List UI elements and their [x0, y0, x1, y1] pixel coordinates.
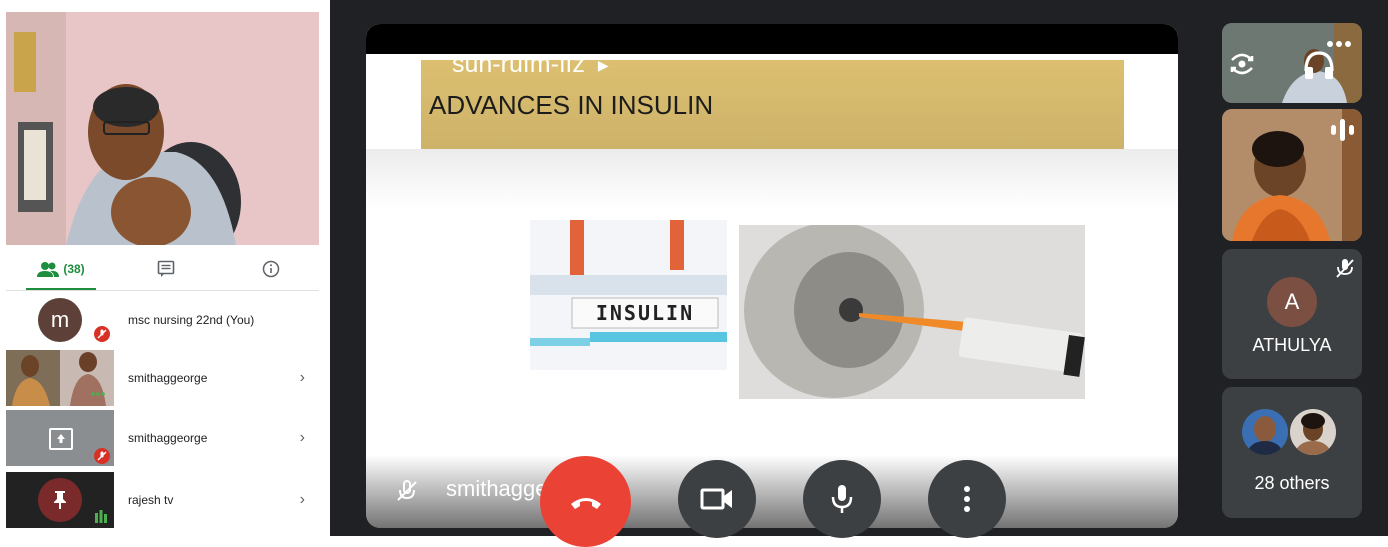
- avatar: m: [38, 298, 82, 342]
- presenter-video: [6, 12, 319, 245]
- mic-button[interactable]: [803, 460, 881, 538]
- participant-row[interactable]: rajesh tv ›: [6, 472, 319, 528]
- back-arrow-icon[interactable]: [370, 50, 400, 85]
- panel-tabbar: (38): [6, 250, 319, 291]
- tab-people[interactable]: (38): [26, 250, 96, 290]
- chevron-right-icon[interactable]: ›: [300, 350, 305, 406]
- chat-icon: [157, 260, 175, 277]
- insulin-dice-image: INSULIN: [530, 220, 727, 370]
- mic-off-icon: [1334, 257, 1356, 284]
- others-tile[interactable]: 28 others: [1222, 387, 1362, 518]
- participant-row: m msc nursing 22nd (You): [6, 292, 319, 348]
- participant-row[interactable]: smithaggeorge ›: [6, 350, 319, 406]
- participant-name: ATHULYA: [1252, 335, 1332, 355]
- participant-name: smithaggeorge: [128, 371, 208, 385]
- tab-chat[interactable]: [136, 250, 196, 288]
- camera-button[interactable]: [678, 460, 756, 538]
- pin-icon: [38, 478, 82, 522]
- participant-row[interactable]: smithaggeorge ›: [6, 410, 319, 466]
- more-horiz-icon[interactable]: [1326, 35, 1352, 53]
- others-count-label: 28 others: [1254, 473, 1330, 493]
- participant-thumb: m: [6, 292, 114, 348]
- info-icon: [262, 260, 280, 278]
- participant-name: rajesh tv: [128, 493, 174, 507]
- mic-off-icon: [94, 326, 110, 342]
- meeting-code[interactable]: sun-rufm-ffz ▶: [452, 50, 609, 79]
- headphones-icon: [1302, 49, 1336, 86]
- caret-right-icon: ▶: [597, 56, 609, 73]
- audio-bars-icon: [94, 510, 108, 529]
- meeting-code-text: sun-rufm-ffz: [452, 50, 585, 78]
- avatar: A: [1267, 277, 1317, 327]
- self-view-tile[interactable]: [1222, 23, 1362, 103]
- audio-bars-icon: [1330, 119, 1356, 146]
- tab-info[interactable]: [246, 250, 296, 288]
- participant-name: smithaggeorge: [128, 431, 208, 445]
- participant-thumb: [6, 410, 114, 466]
- participant-name: msc nursing 22nd (You): [128, 313, 255, 327]
- participants-panel: (38) m msc nursing 22nd (You) smithaggeo…: [0, 0, 326, 536]
- mic-off-icon: [394, 478, 420, 509]
- slide-divider: [366, 149, 1178, 209]
- people-icon: [37, 262, 60, 277]
- avatar: [1242, 409, 1288, 455]
- camera-icon: [700, 488, 732, 510]
- more-vert-icon: [964, 486, 970, 512]
- chevron-right-icon[interactable]: ›: [300, 410, 305, 466]
- people-count: (38): [63, 262, 85, 276]
- mic-icon: [831, 485, 853, 513]
- participant-thumb: [6, 350, 114, 406]
- insulin-dice-text: INSULIN: [596, 301, 694, 325]
- present-icon: [49, 428, 73, 450]
- active-speaker-tile[interactable]: [1222, 109, 1362, 241]
- participant-thumb: [6, 472, 114, 528]
- syringe-vial-image: [739, 225, 1085, 399]
- avatar: [1290, 409, 1336, 455]
- end-call-icon: [570, 497, 601, 509]
- chevron-right-icon[interactable]: ›: [300, 472, 305, 528]
- switch-camera-icon[interactable]: [1226, 48, 1258, 85]
- participant-tile-athulya[interactable]: A ATHULYA: [1222, 249, 1362, 379]
- end-call-button[interactable]: [540, 456, 631, 547]
- more-options-button[interactable]: [928, 460, 1006, 538]
- slide-title: ADVANCES IN INSULIN: [429, 90, 714, 120]
- mic-off-icon: [94, 448, 110, 464]
